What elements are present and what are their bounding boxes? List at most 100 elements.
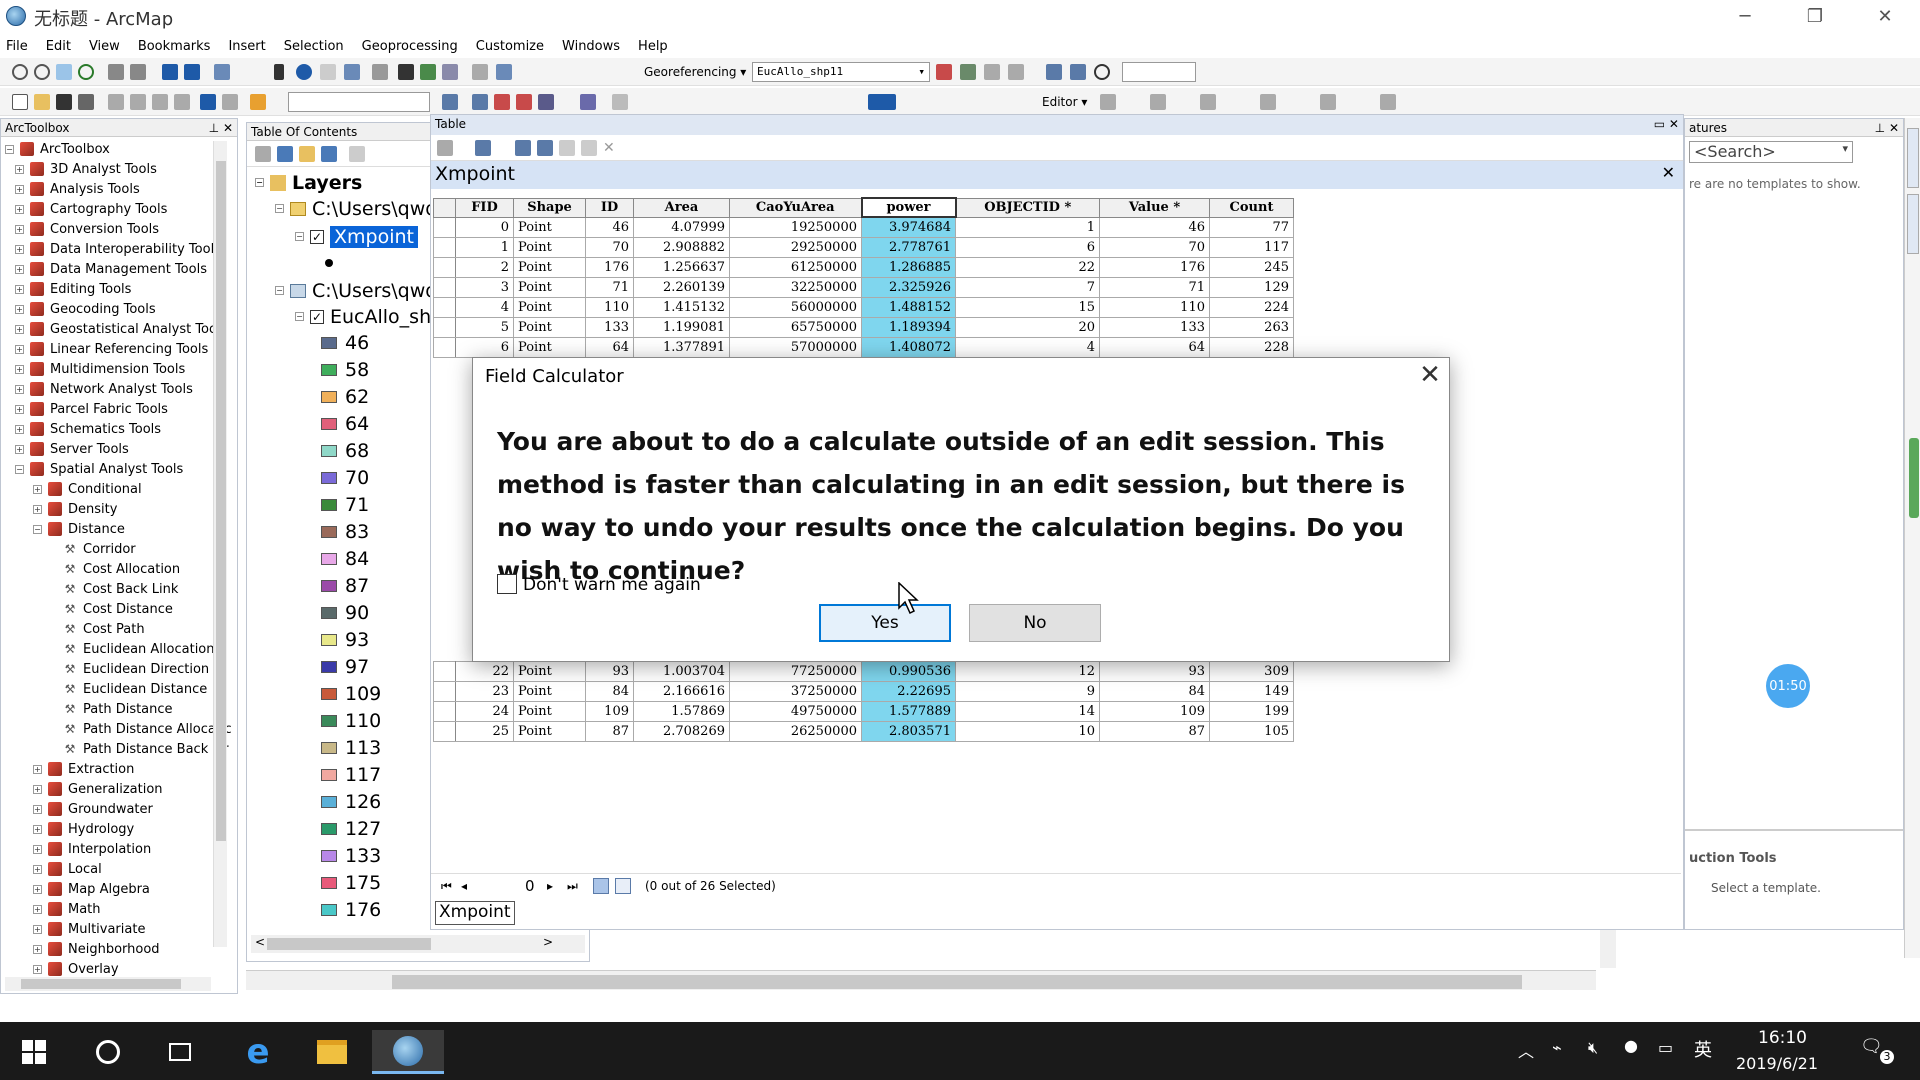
table-cell[interactable]: 61250000 bbox=[729, 256, 862, 278]
table-cell[interactable]: 1.189394 bbox=[861, 316, 956, 338]
expand-toggle-icon[interactable]: + bbox=[33, 964, 42, 974]
table-cell[interactable]: Point bbox=[513, 256, 586, 278]
row-selector[interactable] bbox=[433, 336, 456, 358]
expand-toggle-icon[interactable]: + bbox=[15, 184, 24, 194]
toc-layer-eucallo[interactable]: − ✓ EucAllo_shp bbox=[295, 303, 443, 330]
table-cell[interactable]: 84 bbox=[1099, 681, 1210, 702]
pin-close-icons[interactable]: ⊥ ✕ bbox=[209, 121, 233, 135]
scale-icon[interactable] bbox=[1008, 64, 1024, 80]
row-selector[interactable] bbox=[433, 681, 456, 702]
dialog-close-button[interactable]: ✕ bbox=[1413, 360, 1447, 392]
table-cell[interactable]: 4 bbox=[455, 296, 514, 318]
table-cell[interactable]: 70 bbox=[585, 236, 634, 258]
table-cell[interactable]: 14 bbox=[955, 701, 1100, 722]
table-cell[interactable]: 77250000 bbox=[729, 661, 862, 682]
toolbox-item[interactable]: + Schematics Tools bbox=[15, 419, 161, 439]
table-cell[interactable]: Point bbox=[513, 316, 586, 338]
row-selector[interactable] bbox=[433, 701, 456, 722]
toolbox-item[interactable]: + Parcel Fabric Tools bbox=[15, 399, 168, 419]
clock-time[interactable]: 16:10 bbox=[1758, 1028, 1807, 1048]
fixed-zoom-out-icon[interactable] bbox=[130, 64, 146, 80]
next-record-icon[interactable]: ▸ bbox=[547, 879, 553, 893]
time-slider-icon[interactable] bbox=[472, 64, 488, 80]
toolbox-hscroll-thumb[interactable] bbox=[21, 979, 181, 989]
toolset-item[interactable]: + Map Algebra bbox=[33, 879, 150, 899]
legend-item[interactable]: 127 bbox=[321, 815, 381, 842]
table-cell[interactable]: 12 bbox=[955, 661, 1100, 682]
expand-toggle-icon[interactable]: − bbox=[15, 464, 24, 474]
table-row[interactable]: 2 Point 176 1.256637 61250000 1.286885 22 176 24… bbox=[433, 256, 1294, 278]
table-cell[interactable]: 133 bbox=[1099, 316, 1210, 338]
table-cell[interactable]: 64 bbox=[1099, 336, 1210, 358]
viewer-icon[interactable] bbox=[496, 64, 512, 80]
toc-path2[interactable]: − C:\Users\qwq' bbox=[275, 277, 443, 304]
expand-toggle-icon[interactable]: + bbox=[15, 364, 24, 374]
menu-view[interactable]: View bbox=[89, 39, 120, 54]
table-cell[interactable]: 25 bbox=[455, 721, 514, 742]
list-by-selection-icon[interactable] bbox=[321, 146, 337, 162]
tool-item[interactable]: ⚒ Corridor bbox=[63, 539, 136, 559]
print-icon[interactable] bbox=[78, 94, 94, 110]
table-cell[interactable]: 10 bbox=[955, 721, 1100, 742]
edit-vertices-icon[interactable] bbox=[1200, 94, 1216, 110]
full-extent-icon[interactable] bbox=[78, 64, 94, 80]
table-cell[interactable]: 1.377891 bbox=[633, 336, 730, 358]
tool-item[interactable]: ⚒ Cost Path bbox=[63, 619, 145, 639]
column-header[interactable]: FID bbox=[455, 197, 514, 218]
map-scrollbar[interactable] bbox=[246, 970, 1596, 990]
save-icon[interactable] bbox=[56, 94, 72, 110]
georef-scale-input[interactable] bbox=[1122, 62, 1196, 82]
table-row[interactable]: 5 Point 133 1.199081 65750000 1.189394 20 133 26… bbox=[433, 316, 1294, 338]
table-row[interactable]: 0 Point 46 4.07999 19250000 3.974684 1 46 77 bbox=[433, 216, 1294, 238]
legend-item[interactable]: 90 bbox=[321, 599, 369, 626]
volume-icon[interactable]: 🔇︎ bbox=[1588, 1038, 1598, 1058]
list-by-drawing-order-icon[interactable] bbox=[255, 146, 271, 162]
expand-toggle-icon[interactable]: + bbox=[33, 764, 42, 774]
table-cell[interactable]: 57000000 bbox=[729, 336, 862, 358]
table-cell[interactable]: 49750000 bbox=[729, 701, 862, 722]
pan-icon[interactable] bbox=[56, 64, 72, 80]
legend-item[interactable]: 176 bbox=[321, 896, 381, 923]
toc-hscrollbar[interactable]: < > bbox=[251, 935, 585, 953]
table-cell[interactable]: 176 bbox=[1099, 256, 1210, 278]
layout-icon[interactable] bbox=[612, 94, 628, 110]
sketch-properties-icon[interactable] bbox=[1380, 94, 1396, 110]
table-cell[interactable]: Point bbox=[513, 701, 586, 722]
expand-toggle-icon[interactable]: + bbox=[15, 264, 24, 274]
toolset-item[interactable]: − Distance bbox=[33, 519, 125, 539]
column-header[interactable]: power bbox=[860, 197, 957, 218]
table-cell[interactable]: 77 bbox=[1209, 216, 1294, 238]
ime-indicator[interactable]: 英 bbox=[1694, 1036, 1712, 1062]
table-cell[interactable]: 19250000 bbox=[729, 216, 862, 238]
row-selector[interactable] bbox=[433, 296, 456, 318]
table-cell[interactable]: 22 bbox=[955, 256, 1100, 278]
expand-toggle-icon[interactable]: + bbox=[15, 404, 24, 414]
row-selector[interactable] bbox=[433, 316, 456, 338]
legend-item[interactable]: 93 bbox=[321, 626, 369, 653]
dont-warn-label[interactable]: Don't warn me again bbox=[523, 575, 701, 595]
table-cell[interactable]: 109 bbox=[1099, 701, 1210, 722]
table-cell[interactable]: 149 bbox=[1209, 681, 1294, 702]
table-row[interactable]: 23 Point 84 2.166616 37250000 2.22695 9 84 149 bbox=[433, 681, 1294, 702]
search-tab[interactable] bbox=[1907, 194, 1919, 254]
app-tray-icon[interactable]: ● bbox=[1624, 1036, 1638, 1055]
table-cell[interactable]: 4.07999 bbox=[633, 216, 730, 238]
legend-item[interactable]: 110 bbox=[321, 707, 381, 734]
table-cell[interactable]: 71 bbox=[585, 276, 634, 298]
toolbox-item[interactable]: + Geostatistical Analyst Tools bbox=[15, 319, 227, 339]
toc-path1[interactable]: − C:\Users\qwq' bbox=[275, 195, 443, 222]
table-row[interactable]: 6 Point 64 1.377891 57000000 1.408072 4 64 228 bbox=[433, 336, 1294, 358]
refresh-icon[interactable] bbox=[1094, 64, 1110, 80]
edge-icon[interactable]: e bbox=[236, 1030, 280, 1074]
table-cell[interactable]: 133 bbox=[585, 316, 634, 338]
table-cell[interactable]: 87 bbox=[1099, 721, 1210, 742]
view-link-table-icon[interactable] bbox=[1046, 64, 1062, 80]
first-record-icon[interactable]: ⏮ bbox=[441, 879, 452, 894]
column-header[interactable]: CaoYuArea bbox=[729, 197, 862, 218]
table-cell[interactable]: 26250000 bbox=[729, 721, 862, 742]
clear-selection-icon[interactable] bbox=[559, 140, 575, 156]
html-popup-icon[interactable] bbox=[344, 64, 360, 80]
forward-icon[interactable] bbox=[184, 64, 200, 80]
expand-toggle-icon[interactable]: + bbox=[33, 904, 42, 914]
clock-date[interactable]: 2019/6/21 bbox=[1736, 1054, 1818, 1073]
